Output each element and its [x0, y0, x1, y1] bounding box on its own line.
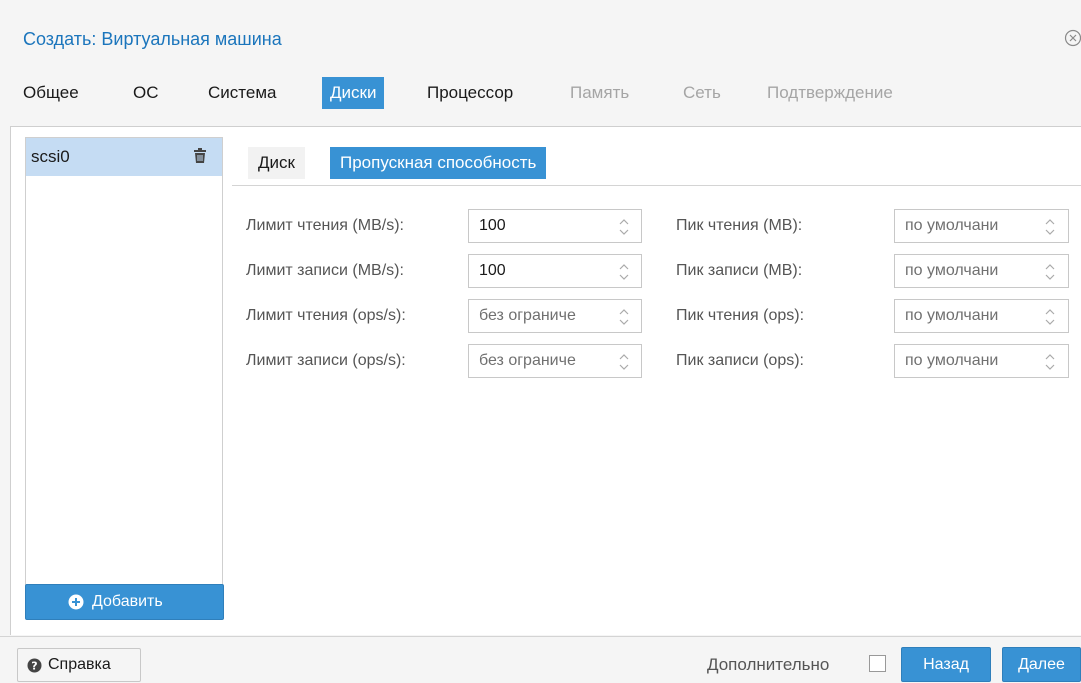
- subtab-divider: [232, 185, 1081, 186]
- back-button[interactable]: Назад: [901, 647, 991, 682]
- dialog-title: Создать: Виртуальная машина: [23, 29, 282, 49]
- svg-text:?: ?: [31, 660, 37, 673]
- write-limit-mbs-value: 100: [479, 262, 506, 279]
- disk-list: scsi0: [25, 137, 223, 585]
- disk-list-item[interactable]: scsi0: [26, 138, 222, 176]
- wizard-tabs: Общее ОС Система Диски Процессор Память …: [0, 73, 1081, 113]
- tab-system[interactable]: Система: [208, 77, 276, 109]
- spinner-icon[interactable]: [1043, 306, 1057, 328]
- write-burst-mb-label: Пик записи (MB):: [676, 262, 803, 279]
- advanced-label: Дополнительно: [707, 655, 830, 674]
- read-burst-ops-field[interactable]: по умолчани: [894, 299, 1069, 333]
- add-disk-label: Добавить: [92, 593, 163, 610]
- tab-network[interactable]: Сеть: [683, 77, 721, 109]
- read-limit-mbs-value: 100: [479, 217, 506, 234]
- spinner-icon[interactable]: [617, 216, 631, 238]
- write-limit-ops-label: Лимит записи (ops/s):: [246, 352, 406, 369]
- spinner-icon[interactable]: [1043, 351, 1057, 373]
- read-burst-mb-field[interactable]: по умолчани: [894, 209, 1069, 243]
- write-burst-ops-label: Пик записи (ops):: [676, 352, 804, 369]
- spinner-icon[interactable]: [617, 261, 631, 283]
- disk-item-label: scsi0: [31, 147, 70, 166]
- write-limit-ops-field[interactable]: без ограниче: [468, 344, 642, 378]
- subtab-bandwidth[interactable]: Пропускная способность: [330, 147, 547, 179]
- tab-disks[interactable]: Диски: [322, 77, 385, 109]
- tab-os[interactable]: ОС: [133, 77, 159, 109]
- tab-general[interactable]: Общее: [23, 77, 79, 109]
- read-limit-ops-label: Лимит чтения (ops/s):: [246, 307, 406, 324]
- spinner-icon[interactable]: [617, 351, 631, 373]
- tab-confirm[interactable]: Подтверждение: [767, 77, 893, 109]
- write-burst-ops-placeholder: по умолчани: [905, 352, 999, 369]
- spinner-icon[interactable]: [617, 306, 631, 328]
- create-vm-dialog: Создать: Виртуальная машина Общее ОС Сис…: [0, 0, 1081, 683]
- tab-processor[interactable]: Процессор: [427, 77, 513, 109]
- write-burst-ops-field[interactable]: по умолчани: [894, 344, 1069, 378]
- dialog-header: Создать: Виртуальная машина: [0, 0, 1081, 70]
- close-icon[interactable]: [1064, 29, 1081, 49]
- help-label: Справка: [48, 656, 111, 673]
- read-burst-ops-placeholder: по умолчани: [905, 307, 999, 324]
- write-limit-ops-placeholder: без ограниче: [479, 352, 576, 369]
- write-limit-mbs-field[interactable]: 100: [468, 254, 642, 288]
- read-burst-mb-placeholder: по умолчани: [905, 217, 999, 234]
- write-limit-mbs-label: Лимит записи (MB/s):: [246, 262, 404, 279]
- read-burst-ops-label: Пик чтения (ops):: [676, 307, 805, 324]
- write-burst-mb-placeholder: по умолчани: [905, 262, 999, 279]
- add-disk-button[interactable]: Добавить: [25, 584, 224, 620]
- next-button[interactable]: Далее: [1002, 647, 1081, 682]
- read-limit-ops-placeholder: без ограниче: [479, 307, 576, 324]
- spinner-icon[interactable]: [1043, 216, 1057, 238]
- read-limit-ops-field[interactable]: без ограниче: [468, 299, 642, 333]
- read-burst-mb-label: Пик чтения (MB):: [676, 217, 803, 234]
- help-button[interactable]: ? Справка: [17, 648, 141, 682]
- advanced-checkbox[interactable]: [869, 655, 886, 672]
- write-burst-mb-field[interactable]: по умолчани: [894, 254, 1069, 288]
- read-limit-mbs-field[interactable]: 100: [468, 209, 642, 243]
- spinner-icon[interactable]: [1043, 261, 1057, 283]
- plus-circle-icon: [68, 594, 84, 610]
- trash-icon[interactable]: [193, 148, 207, 164]
- tab-memory[interactable]: Память: [570, 77, 629, 109]
- question-circle-icon: ?: [27, 658, 42, 673]
- read-limit-mbs-label: Лимит чтения (MB/s):: [246, 217, 404, 234]
- subtab-disk[interactable]: Диск: [248, 147, 305, 179]
